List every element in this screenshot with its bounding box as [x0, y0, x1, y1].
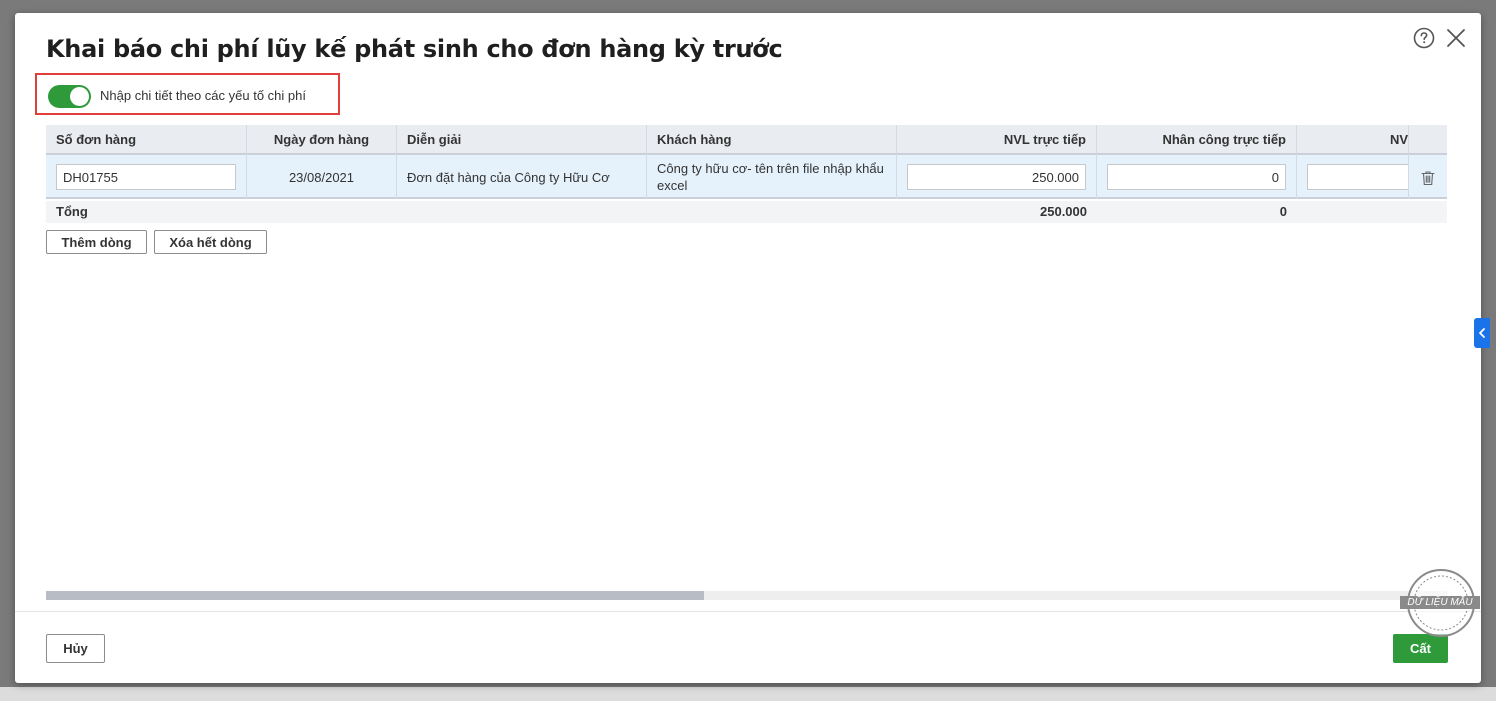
nv-input[interactable]	[1307, 164, 1408, 190]
column-header-nvl[interactable]: NVL trực tiếp	[897, 125, 1097, 155]
trash-icon[interactable]	[1419, 169, 1437, 187]
order-date-cell: 23/08/2021	[247, 155, 397, 199]
scrollbar-thumb[interactable]	[46, 591, 704, 600]
toggle-knob	[70, 87, 89, 106]
toggle-label: Nhập chi tiết theo các yếu tố chi phí	[100, 88, 306, 103]
toggle-highlight-box: Nhập chi tiết theo các yếu tố chi phí	[35, 73, 340, 115]
add-row-button[interactable]: Thêm dòng	[46, 230, 147, 254]
dialog-title: Khai báo chi phí lũy kế phát sinh cho đơ…	[46, 35, 783, 63]
description-cell: Đơn đặt hàng của Công ty Hữu Cơ	[397, 155, 647, 199]
customer-cell: Công ty hữu cơ- tên trên file nhập khẩu …	[647, 155, 897, 199]
order-no-cell	[46, 155, 247, 199]
cost-declaration-dialog: Khai báo chi phí lũy kế phát sinh cho đơ…	[15, 13, 1481, 683]
close-icon[interactable]	[1445, 27, 1467, 49]
cancel-button[interactable]: Hủy	[46, 634, 105, 663]
column-header-nv[interactable]: NV	[1297, 125, 1409, 155]
detail-entry-toggle[interactable]	[48, 85, 91, 108]
sample-data-watermark: DỮ LIỆU MẪU	[1400, 566, 1480, 638]
column-header-labor[interactable]: Nhân công trực tiếp	[1097, 125, 1297, 155]
total-nvl: 250.000	[1040, 204, 1087, 219]
nv-cell	[1297, 155, 1409, 199]
save-button[interactable]: Cất	[1393, 634, 1448, 663]
horizontal-scrollbar[interactable]	[46, 591, 1447, 600]
watermark-text: DỮ LIỆU MẪU	[1400, 596, 1480, 609]
delete-all-rows-button[interactable]: Xóa hết dòng	[154, 230, 267, 254]
side-panel-tab[interactable]	[1474, 318, 1490, 348]
nvl-input[interactable]	[907, 164, 1086, 190]
column-header-order-no[interactable]: Số đơn hàng	[46, 125, 247, 155]
column-header-description[interactable]: Diễn giải	[397, 125, 647, 155]
help-icon[interactable]	[1413, 27, 1435, 49]
footer-divider	[15, 611, 1481, 612]
column-header-order-date[interactable]: Ngày đơn hàng	[247, 125, 397, 155]
labor-input[interactable]	[1107, 164, 1286, 190]
column-header-customer[interactable]: Khách hàng	[647, 125, 897, 155]
column-header-actions	[1409, 125, 1447, 155]
total-label: Tổng	[56, 204, 88, 219]
orders-grid: Số đơn hàng Ngày đơn hàng Diễn giải Khác…	[46, 125, 1447, 223]
total-labor: 0	[1279, 204, 1287, 219]
order-no-input[interactable]	[56, 164, 236, 190]
chevron-left-icon	[1479, 328, 1485, 338]
background-app-strip	[0, 687, 1496, 701]
labor-cell	[1097, 155, 1297, 199]
nvl-cell	[897, 155, 1097, 199]
